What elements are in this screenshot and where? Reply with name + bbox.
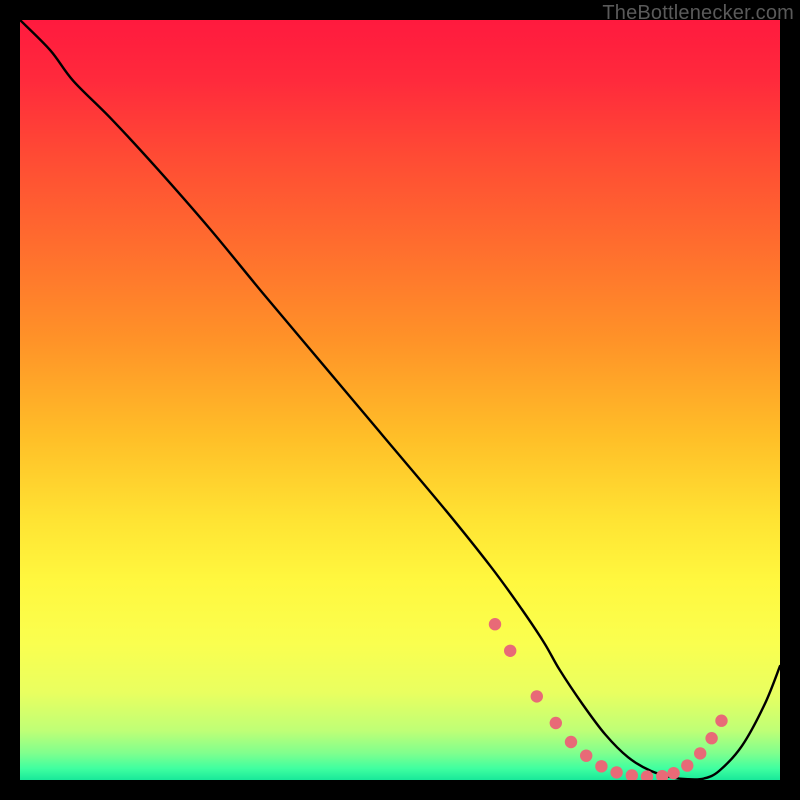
credit-label: TheBottlenecker.com <box>602 2 794 25</box>
heat-gradient <box>20 20 780 780</box>
chart-stage: TheBottlenecker.com <box>0 0 800 800</box>
plot-area <box>20 20 780 780</box>
